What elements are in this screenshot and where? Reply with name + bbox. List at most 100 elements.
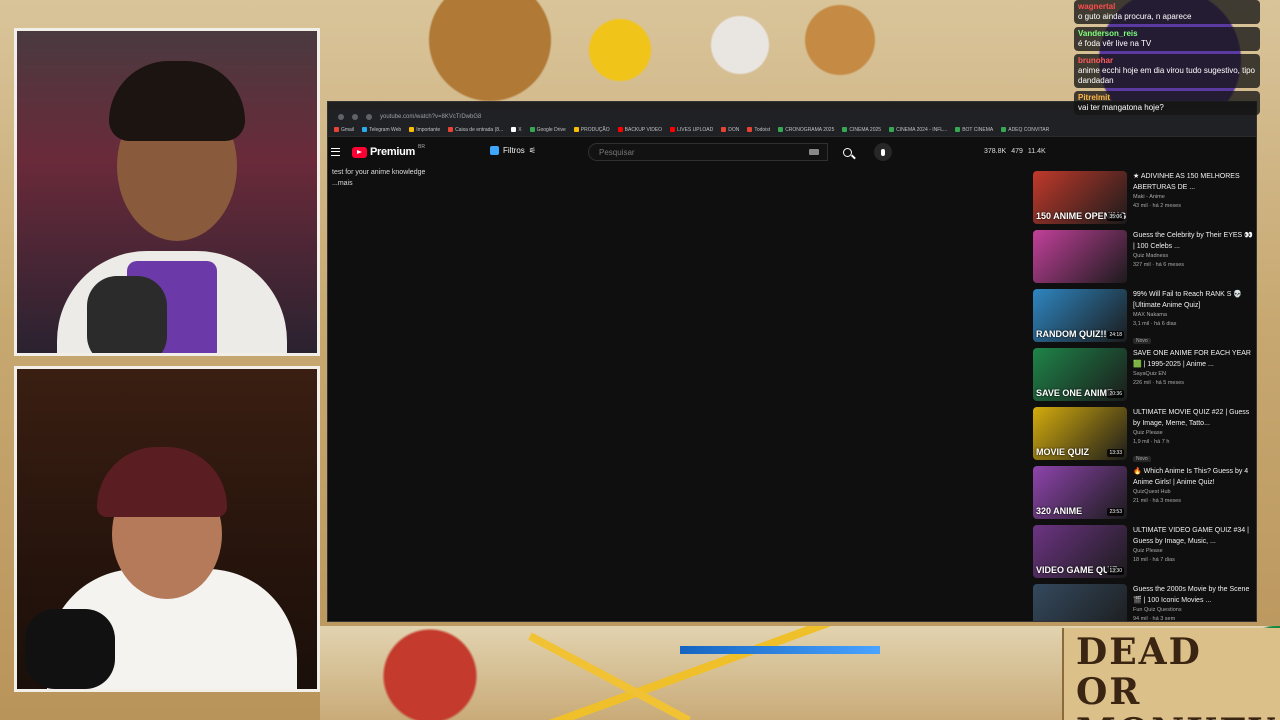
related-video-item[interactable]: RANDOM QUIZ!! 24:18 99% Will Fail to Reach… (1033, 287, 1255, 346)
bookmark-favicon-icon (670, 127, 676, 132)
related-video-item[interactable]: 150 ANIME OPENING 35:06 ★ ADIVINHE AS 150 … (1033, 169, 1255, 228)
webcam-streamer (14, 28, 320, 356)
chat-username[interactable]: brunohar (1078, 56, 1256, 66)
bookmark-label: Gmail (341, 126, 355, 133)
related-video-item[interactable]: 320 ANIME 23:53 🔥 Which Anime Is This? Gue… (1033, 464, 1255, 523)
channel-name[interactable]: SayaQuiz EN (1133, 370, 1253, 379)
video-title[interactable]: ★ ADIVINHE AS 150 MELHORES ABERTURAS DE … (1133, 171, 1253, 193)
related-video-item[interactable]: GUESS '00s MOVIES Guess the 2000s Movie b… (1033, 582, 1255, 621)
channel-name[interactable]: Quiz Please (1133, 429, 1253, 438)
video-title[interactable]: SAVE ONE ANIME FOR EACH YEAR 🟩 | 1995-20… (1133, 348, 1253, 370)
channel-name[interactable]: QuizQuest Hub (1133, 488, 1253, 497)
video-title[interactable]: ULTIMATE VIDEO GAME QUIZ #34 | Guess by … (1133, 525, 1253, 547)
video-title[interactable]: Guess the Celebrity by Their EYES 👀 | 10… (1133, 230, 1253, 252)
chat-username[interactable]: Vanderson_reis (1078, 29, 1256, 39)
video-title[interactable]: Guess the 2000s Movie by the Scene 🎬 | 1… (1133, 584, 1253, 606)
voice-search-button[interactable] (874, 143, 892, 161)
chat-text: vai ter mangatona hoje? (1078, 103, 1164, 112)
thumbnail-text: RANDOM QUIZ!! (1036, 329, 1107, 339)
video-thumbnail[interactable]: VIDEO GAME QUIZ 13:30 (1033, 525, 1127, 578)
bookmark-item[interactable]: PRODUÇÃO (573, 126, 610, 133)
thumbnail-text: VIDEO GAME QUIZ (1036, 565, 1118, 575)
bookmark-item[interactable]: CRONOGRAMA 2025 (778, 127, 834, 133)
microphone-icon (881, 148, 885, 156)
video-meta: ★ ADIVINHE AS 150 MELHORES ABERTURAS DE … (1133, 171, 1253, 211)
home-icon[interactable] (366, 113, 372, 120)
video-title[interactable]: 🔥 Which Anime Is This? Guess by 4 Anime … (1133, 466, 1253, 488)
video-stats: 3,1 mil · há 6 dias (1133, 321, 1177, 327)
bookmark-favicon-icon (747, 127, 753, 132)
bookmark-item[interactable]: CINEMA 2025 (842, 127, 881, 133)
related-video-item[interactable]: VIDEO GAME QUIZ 13:30 ULTIMATE VIDEO GAME … (1033, 523, 1255, 582)
show-more-link[interactable]: ...mais (332, 178, 425, 189)
video-thumbnail[interactable]: 320 ANIME 23:53 (1033, 466, 1127, 519)
bookmark-favicon-icon (721, 127, 727, 132)
video-stats: 327 mil · há 6 meses (1133, 262, 1185, 268)
bookmark-item[interactable]: Gmail (334, 127, 354, 133)
chat-text: é foda vêr live na TV (1078, 39, 1152, 48)
bookmark-item[interactable]: CINEMA 2024 - INFL... (889, 127, 947, 133)
youtube-header: Premium BR Filtros ⚟ Pesquisar 378.8K 47… (328, 142, 1256, 164)
region-code: BR (417, 144, 425, 150)
channel-name[interactable]: MAX Nakama (1133, 311, 1253, 320)
bookmark-favicon-icon (617, 127, 623, 132)
menu-icon[interactable] (331, 148, 340, 156)
related-video-item[interactable]: SAVE ONE ANIME 20:36 SAVE ONE ANIME FOR EA… (1033, 346, 1255, 405)
filters-button[interactable]: Filtros ⚟ (490, 146, 536, 155)
keyboard-icon[interactable] (809, 149, 819, 155)
search-input[interactable]: Pesquisar (588, 143, 828, 161)
video-title[interactable]: ULTIMATE MOVIE QUIZ #22 | Guess by Image… (1133, 407, 1253, 429)
bookmark-label: PRODUÇÃO (580, 126, 610, 133)
bookmark-favicon-icon (842, 127, 848, 132)
video-thumbnail[interactable] (1033, 230, 1127, 283)
bookmark-item[interactable]: Caixa de entrada (8... (448, 127, 503, 133)
bookmark-item[interactable]: ADEQ CONVITAR (1001, 127, 1049, 133)
channel-name[interactable]: Quiz Madness (1133, 252, 1253, 261)
bookmark-label: CINEMA 2024 - INFL... (896, 126, 948, 133)
reload-icon[interactable] (352, 113, 358, 120)
chat-username[interactable]: Pitrelmit (1078, 93, 1256, 103)
related-video-item[interactable]: Guess the Celebrity by Their EYES 👀 | 10… (1033, 228, 1255, 287)
channel-name[interactable]: Maki - Anime (1133, 193, 1253, 202)
bookmark-item[interactable]: Telegram Web (362, 127, 401, 133)
bookmark-item[interactable]: LIVES UPLOAD (670, 127, 713, 133)
bookmark-item[interactable]: BOT CINEMA (955, 127, 993, 133)
video-thumbnail[interactable]: SAVE ONE ANIME 20:36 (1033, 348, 1127, 401)
related-video-item[interactable]: MOVIE QUIZ 13:33 ULTIMATE MOVIE QUIZ #22 |… (1033, 405, 1255, 464)
video-thumbnail[interactable]: GUESS '00s MOVIES (1033, 584, 1127, 621)
bookmark-item[interactable]: Todoist (747, 127, 770, 133)
bookmarks-bar: Gmail Telegram Web Importante Caixa de entr… (328, 123, 1256, 137)
search-button[interactable] (834, 143, 860, 161)
video-title[interactable]: 99% Will Fail to Reach RANK S 💀 [Ultimat… (1133, 289, 1253, 311)
duration-badge: 35:06 (1107, 213, 1124, 221)
video-thumbnail[interactable]: MOVIE QUIZ 13:33 (1033, 407, 1127, 460)
video-meta: 🔥 Which Anime Is This? Guess by 4 Anime … (1133, 466, 1253, 506)
chat-text: o guto ainda procura, n aparece (1078, 12, 1192, 21)
video-thumbnail[interactable]: 150 ANIME OPENING 35:06 (1033, 171, 1127, 224)
video-stats: 1,9 mil · há 7 h (1133, 439, 1170, 445)
bookmark-item[interactable]: Google Drive (529, 127, 566, 133)
count-stat: 479 (1011, 148, 1023, 155)
bookmark-item[interactable]: Importante (409, 127, 440, 133)
bookmark-label: ADEQ CONVITAR (1008, 126, 1050, 133)
bookmark-item[interactable]: X (511, 127, 522, 133)
bookmark-label: DON (728, 126, 740, 133)
channel-name[interactable]: Quiz Please (1133, 547, 1253, 556)
bookmark-favicon-icon (448, 127, 454, 132)
bookmark-item[interactable]: DON (721, 127, 739, 133)
back-icon[interactable] (338, 113, 344, 120)
new-badge: Novo (1133, 456, 1151, 462)
search-placeholder: Pesquisar (599, 148, 635, 157)
channel-name[interactable]: Fun Quiz Questions (1133, 606, 1253, 615)
pen-decoration (680, 646, 880, 654)
video-thumbnail[interactable]: RANDOM QUIZ!! 24:18 (1033, 289, 1127, 342)
thumbnail-text: MOVIE QUIZ (1036, 447, 1090, 457)
duration-badge: 13:33 (1107, 449, 1124, 457)
video-meta: ULTIMATE VIDEO GAME QUIZ #34 | Guess by … (1133, 525, 1253, 565)
url-text[interactable]: youtube.com/watch?v=8KVcTrDwbG8 (380, 114, 481, 120)
browser-window: youtube.com/watch?v=8KVcTrDwbG8 Gmail Tel… (327, 101, 1257, 622)
bookmark-favicon-icon (573, 127, 579, 132)
bookmark-item[interactable]: BACKUP VIDEO (617, 127, 662, 133)
chat-username[interactable]: wagnertal (1078, 2, 1256, 12)
youtube-logo[interactable]: Premium BR (352, 144, 425, 158)
